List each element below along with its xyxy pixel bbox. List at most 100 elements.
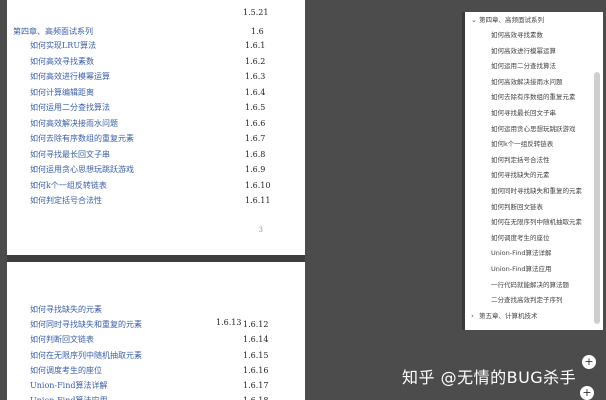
toc-row[interactable]: 如何判断回文链表 1.6.14 xyxy=(7,332,305,347)
bookmark-item[interactable]: 如何运用贪心思想玩跳跃游戏 xyxy=(465,122,595,137)
toc-row-title[interactable]: 如何判定括号合法性 xyxy=(30,193,102,208)
toc-row-number: 1.6.5 xyxy=(245,103,266,112)
bookmark-item-label: 如何判定括号合法性 xyxy=(491,155,550,164)
toc-row-title[interactable]: 如何去除有序数组的重复元素 xyxy=(30,131,134,146)
bookmark-item[interactable]: 如何寻找缺失的元素 xyxy=(465,168,595,183)
bookmark-item[interactable]: 如何判断回文链表 xyxy=(465,200,595,215)
toc-chapter-title[interactable]: 第四章、高频面试系列 xyxy=(13,24,93,39)
bookmark-item[interactable]: 如何高效寻找素数 xyxy=(465,28,595,43)
toc-row-title[interactable]: Union-Find算法详解 xyxy=(30,378,108,393)
toc-row-title[interactable]: 如何k个一组反转链表 xyxy=(30,178,107,193)
bookmark-item-label: 如何运用二分查找算法 xyxy=(491,62,556,71)
bookmark-item-label: 如何寻找最长回文子串 xyxy=(491,109,556,117)
toc-row-title[interactable]: 如何高效寻找素数 xyxy=(30,54,94,69)
toc-row-number: 1.6.17 xyxy=(243,381,269,390)
bookmark-item[interactable]: 如何判定括号合法性 xyxy=(465,153,595,168)
toc-row[interactable]: 如何判定括号合法性 1.6.11 xyxy=(7,193,305,208)
toc-row[interactable]: 如何寻找最长回文子串 1.6.8 xyxy=(7,147,305,162)
bookmark-item[interactable]: 如何在无限序列中随机抽取元素 xyxy=(465,215,595,230)
bookmark-item[interactable]: 一行代码就能解决的算法题 xyxy=(465,278,595,293)
toc-row[interactable]: 如何k个一组反转链表 1.6.10 xyxy=(7,178,305,193)
bookmark-chapter-4[interactable]: ⌄ 第四章、高频面试系列 xyxy=(465,13,595,28)
scrollbar[interactable] xyxy=(594,72,600,324)
bookmark-item[interactable]: 如何调度考生的座位 xyxy=(465,231,595,246)
document-page-top: 1.5.21 第四章、高频面试系列 1.6 如何实现LRU算法 1.6.1 如何高效… xyxy=(7,0,305,255)
toc-row-title[interactable]: 如何寻找缺失的元素 xyxy=(30,302,102,317)
toc-row[interactable]: Union-Find算法应用 1.6.18 xyxy=(7,393,305,400)
bookmark-item-label: 一行代码就能解决的算法题 xyxy=(491,280,569,289)
toc-row-title[interactable]: 如何高效进行模幂运算 xyxy=(30,69,110,84)
chevron-right-icon[interactable]: › xyxy=(471,309,474,324)
toc-row[interactable]: 如何实现LRU算法 1.6.1 xyxy=(7,38,305,53)
bookmark-item-label: 如何寻找缺失的元素 xyxy=(491,171,550,180)
bookmark-item[interactable]: Union-Find算法详解 xyxy=(465,246,595,261)
toc-row-title[interactable]: 如何运用贪心思想玩跳跃游戏 xyxy=(30,162,134,177)
add-button[interactable]: + xyxy=(580,386,594,400)
toc-row-title[interactable]: 如何高效解决接雨水问题 xyxy=(30,116,118,131)
bookmark-item[interactable]: 如何去除有序数组的重复元素 xyxy=(465,90,595,105)
bookmark-chapter-label: 第四章、高频面试系列 xyxy=(479,16,544,24)
toc-row[interactable]: 如何高效进行模幂运算 1.6.3 xyxy=(7,69,305,84)
plus-icon: + xyxy=(584,355,594,368)
bookmark-item-label: 如何高效解决接雨水问题 xyxy=(491,77,563,86)
page-gap xyxy=(7,255,305,262)
bookmark-item-label: Union-Find算法应用 xyxy=(491,265,552,273)
toc-row-number: 1.6.14 xyxy=(243,335,269,345)
bookmark-item[interactable]: 如何寻找最长回文子串 xyxy=(465,106,595,121)
bookmark-item-label: 如何运用贪心思想玩跳跃游戏 xyxy=(491,124,576,133)
toc-row[interactable]: 如何调度考生的座位 1.6.16 xyxy=(7,363,305,378)
toc-row[interactable]: 如何寻找缺失的元素 xyxy=(7,302,305,317)
toc-row-number: 1.6.18 xyxy=(243,393,268,400)
toc-row-title[interactable]: 如何在无限序列中随机抽取元素 xyxy=(30,348,142,363)
bookmark-item[interactable]: 如何高效解决接雨水问题 xyxy=(465,75,595,90)
bookmark-item-label: 如何在无限序列中随机抽取元素 xyxy=(491,218,582,227)
bookmarks-panel: ⌄ 第四章、高频面试系列 如何高效寻找素数如何高效进行模幂运算如何运用二分查找算… xyxy=(465,12,603,330)
bookmark-item[interactable]: Union-Find算法应用 xyxy=(465,262,595,277)
toc-row-number: 1.6.10 xyxy=(245,180,271,190)
toc-row[interactable]: Union-Find算法详解 1.6.17 xyxy=(7,378,305,393)
bookmark-chapter-5[interactable]: › 第五章、计算机技术 xyxy=(465,309,595,324)
toc-row-title[interactable]: 如何寻找最长回文子串 xyxy=(30,147,110,162)
zoom-in-button[interactable]: + xyxy=(582,355,596,369)
bookmark-item-label: 如何高效寻找素数 xyxy=(491,31,543,39)
bookmark-item-label: 如何k个一组反转链表 xyxy=(491,140,554,149)
bookmark-item-label: 如何调度考生的座位 xyxy=(491,233,550,242)
bookmark-chapter-label: 第五章、计算机技术 xyxy=(479,312,538,320)
toc-row-title[interactable]: 如何计算编辑距离 xyxy=(30,85,94,100)
plus-icon: + xyxy=(582,386,592,399)
bookmark-item[interactable]: 如何同时寻找缺失和重复的元素 xyxy=(465,184,595,199)
bookmark-item[interactable]: 如何运用二分查找算法 xyxy=(465,59,595,74)
watermark: 知乎 @无情的BUG杀手 xyxy=(402,368,577,387)
toc-chapter-row[interactable]: 第四章、高频面试系列 1.6 xyxy=(7,24,305,39)
bookmark-item[interactable]: 如何k个一组反转链表 xyxy=(465,137,595,152)
toc-row-number: 1.6.3 xyxy=(245,72,266,81)
toc-row-title[interactable]: Union-Find算法应用 xyxy=(30,393,108,400)
toc-row[interactable]: 如何高效寻找素数 1.6.2 xyxy=(7,54,305,69)
toc-row[interactable]: 如何在无限序列中随机抽取元素 1.6.15 xyxy=(7,348,305,363)
toc-row-title[interactable]: 如何同时寻找缺失和重复的元素 xyxy=(30,317,142,332)
bookmark-item[interactable]: 如何高效进行模幂运算 xyxy=(465,44,595,59)
toc-row-number: 1.6.6 xyxy=(245,118,266,128)
toc-row-title[interactable]: 如何实现LRU算法 xyxy=(30,38,96,53)
toc-row-number: 1.6.12 xyxy=(243,320,269,330)
toc-row-title[interactable]: 如何调度考生的座位 xyxy=(30,363,102,378)
toc-row[interactable]: 如何去除有序数组的重复元素 1.6.7 xyxy=(7,131,305,146)
page-marker: 3 xyxy=(258,226,263,234)
toc-row-number: 1.6.16 xyxy=(243,365,269,375)
toc-row[interactable]: 如何高效解决接雨水问题 1.6.6 xyxy=(7,116,305,131)
document-page-bottom: 如何寻找缺失的元素 如何同时寻找缺失和重复的元素 1.6.12 如何判断回文链表 1.6… xyxy=(7,262,305,400)
bookmark-item[interactable]: 二分查找高效判定子序列 xyxy=(465,293,595,308)
toc-row-title[interactable]: 如何判断回文链表 xyxy=(30,332,94,347)
toc-row[interactable]: 如何计算编辑距离 1.6.4 xyxy=(7,85,305,100)
toc-row-title[interactable]: 如何运用二分查找算法 xyxy=(30,100,110,115)
bookmark-item-label: 如何同时寻找缺失和重复的元素 xyxy=(491,187,582,195)
toc-row[interactable]: 如何运用贪心思想玩跳跃游戏 1.6.9 xyxy=(7,162,305,177)
toc-row[interactable]: 如何运用二分查找算法 1.6.5 xyxy=(7,100,305,115)
chevron-down-icon[interactable]: ⌄ xyxy=(471,13,477,28)
toc-row-number: 1.6.7 xyxy=(245,134,266,143)
toc-row[interactable]: 如何同时寻找缺失和重复的元素 1.6.12 xyxy=(7,317,305,332)
toc-row-number: 1.6.4 xyxy=(245,87,266,97)
toc-row-number: 1.6.11 xyxy=(245,196,271,205)
toc-row-number: 1.6.2 xyxy=(245,56,266,66)
toc-row-number: 1.6.1 xyxy=(245,41,266,50)
